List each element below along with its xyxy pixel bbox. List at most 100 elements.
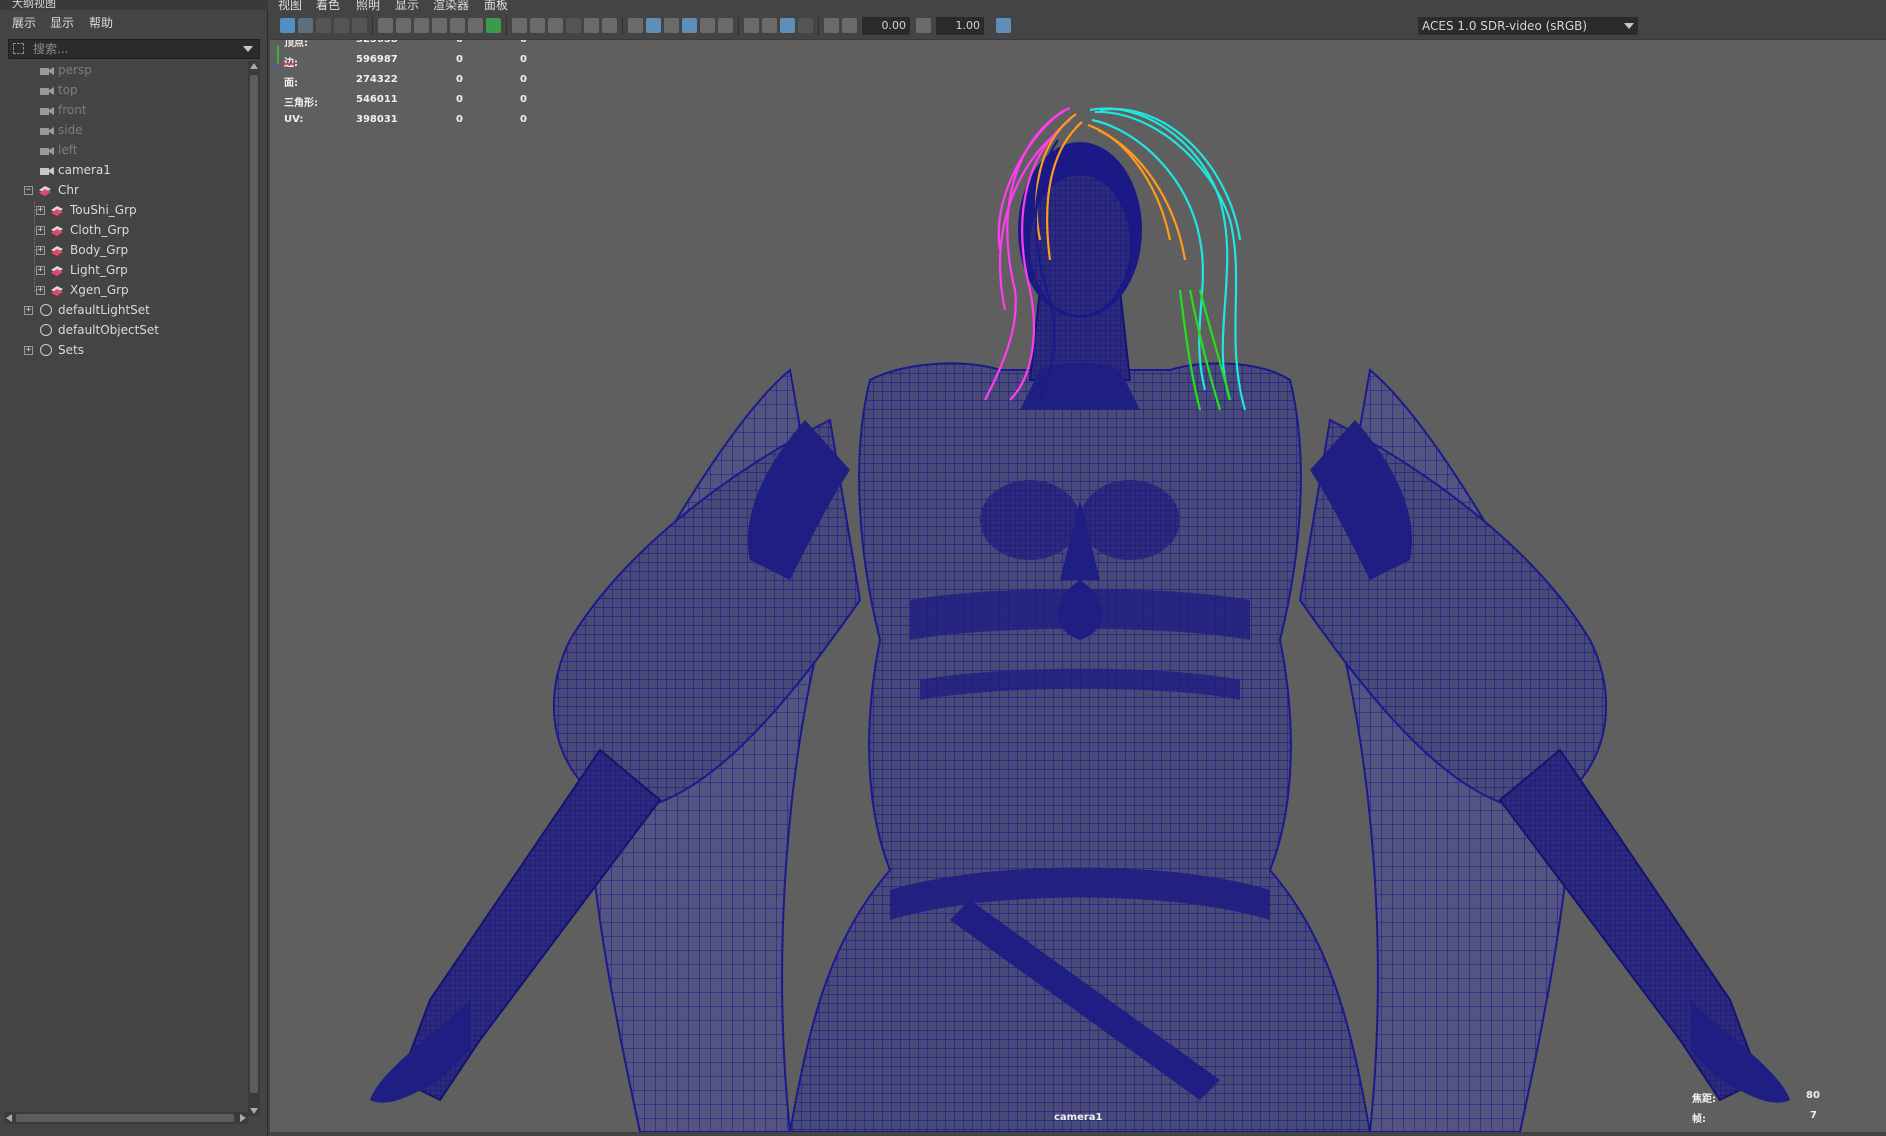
group-icon bbox=[51, 226, 63, 236]
outliner-item-camera1[interactable]: camera1 bbox=[0, 161, 248, 181]
hud-value: 596987 bbox=[356, 54, 398, 65]
expand-icon[interactable]: + bbox=[36, 266, 45, 275]
search-input[interactable] bbox=[33, 41, 243, 57]
field-chart-icon[interactable] bbox=[468, 18, 483, 33]
outliner-titlebar[interactable]: 大纲视图 bbox=[0, 0, 268, 10]
outliner-item-label: Sets bbox=[58, 343, 84, 357]
outliner-item-defaultlightset[interactable]: + defaultLightSet bbox=[0, 301, 248, 321]
expand-icon[interactable]: + bbox=[36, 226, 45, 235]
textured-icon[interactable] bbox=[646, 18, 661, 33]
expand-icon[interactable]: + bbox=[24, 346, 33, 355]
expand-icon[interactable]: + bbox=[36, 246, 45, 255]
set-icon bbox=[40, 344, 52, 356]
exposure-field[interactable]: 0.00 bbox=[862, 17, 910, 35]
safe-action-icon[interactable] bbox=[486, 18, 501, 33]
hud-row-faces: 面: 274322 0 0 bbox=[284, 74, 544, 94]
outliner-item-xgen-grp[interactable]: + Xgen_Grp bbox=[0, 281, 248, 301]
camera-icon bbox=[40, 167, 54, 175]
shadows-icon[interactable] bbox=[682, 18, 697, 33]
expand-icon[interactable]: + bbox=[24, 306, 33, 315]
lighting-icon[interactable] bbox=[664, 18, 679, 33]
chevron-down-icon[interactable] bbox=[1624, 23, 1634, 29]
3d-viewport[interactable]: 顶点: 325658 0 0 边: 596987 0 0 面: 274322 0… bbox=[270, 40, 1886, 1132]
gate-mask-icon[interactable] bbox=[450, 18, 465, 33]
outliner-item-left[interactable]: left bbox=[0, 141, 248, 161]
outliner-item-side[interactable]: side bbox=[0, 121, 248, 141]
view-transform-select[interactable]: ACES 1.0 SDR-video (sRGB) bbox=[1418, 17, 1638, 35]
grid-icon[interactable] bbox=[396, 18, 411, 33]
xray-icon[interactable] bbox=[584, 18, 599, 33]
menu-show[interactable]: 显示 bbox=[395, 0, 419, 12]
exposure-icon[interactable] bbox=[842, 18, 857, 33]
outliner-horizontal-scrollbar[interactable] bbox=[4, 1112, 248, 1124]
group-icon bbox=[51, 246, 63, 256]
multisample-aa-icon[interactable] bbox=[744, 18, 759, 33]
outliner-item-label: Xgen_Grp bbox=[70, 283, 129, 297]
outliner-item-label: Light_Grp bbox=[70, 263, 128, 277]
film-gate-icon[interactable] bbox=[414, 18, 429, 33]
menu-help[interactable]: 帮助 bbox=[89, 14, 113, 31]
outliner-item-front[interactable]: front bbox=[0, 101, 248, 121]
outliner-item-cloth-grp[interactable]: + Cloth_Grp bbox=[0, 221, 248, 241]
outliner-item-toushi-grp[interactable]: + TouShi_Grp bbox=[0, 201, 248, 221]
wireframe-icon[interactable] bbox=[512, 18, 527, 33]
camera-toggle-icon[interactable] bbox=[798, 18, 813, 33]
menu-view[interactable]: 视图 bbox=[278, 0, 302, 12]
screen-space-ao-icon[interactable] bbox=[700, 18, 715, 33]
outliner-item-label: side bbox=[58, 123, 83, 137]
resolution-gate-icon[interactable] bbox=[432, 18, 447, 33]
group-icon bbox=[39, 186, 51, 196]
smooth-shade-icon[interactable] bbox=[530, 18, 545, 33]
menu-renderer[interactable]: 渲染器 bbox=[433, 0, 469, 12]
2d-pan-zoom-icon[interactable] bbox=[352, 18, 367, 33]
isolate-select-icon[interactable] bbox=[628, 18, 643, 33]
scroll-left-icon[interactable] bbox=[6, 1114, 12, 1122]
bookmark-icon[interactable] bbox=[316, 18, 331, 33]
camera-icon bbox=[40, 67, 54, 75]
outliner-item-defaultobjectset[interactable]: defaultObjectSet bbox=[0, 321, 248, 341]
scroll-up-icon[interactable] bbox=[250, 63, 258, 69]
outliner-item-sets[interactable]: + Sets bbox=[0, 341, 248, 361]
hud-value: 0 bbox=[520, 94, 527, 105]
menu-panels[interactable]: 面板 bbox=[484, 0, 508, 12]
motion-blur-icon[interactable] bbox=[718, 18, 733, 33]
select-tool-icon[interactable] bbox=[824, 18, 839, 33]
hud-value: 0 bbox=[456, 74, 463, 85]
hud-focal-label: 焦距: bbox=[1692, 1094, 1716, 1105]
scroll-right-icon[interactable] bbox=[240, 1114, 246, 1122]
outliner-item-body-grp[interactable]: + Body_Grp bbox=[0, 241, 248, 261]
hud-icon[interactable] bbox=[780, 18, 795, 33]
outliner-vertical-scrollbar[interactable] bbox=[248, 61, 260, 1116]
menu-shading[interactable]: 着色 bbox=[316, 0, 340, 12]
collapse-icon[interactable]: − bbox=[24, 186, 33, 195]
gamma-icon[interactable] bbox=[916, 18, 931, 33]
image-plane-icon[interactable] bbox=[334, 18, 349, 33]
chevron-down-icon[interactable] bbox=[243, 46, 253, 52]
camera-attributes-icon[interactable] bbox=[298, 18, 313, 33]
menu-show[interactable]: 显示 bbox=[50, 14, 74, 31]
menu-lighting[interactable]: 照明 bbox=[356, 0, 380, 12]
hud-value: 546011 bbox=[356, 94, 398, 105]
scroll-down-icon[interactable] bbox=[250, 1108, 258, 1114]
expand-icon[interactable]: + bbox=[36, 206, 45, 215]
expand-icon[interactable]: + bbox=[36, 286, 45, 295]
outliner-item-top[interactable]: top bbox=[0, 81, 248, 101]
grease-pencil-icon[interactable] bbox=[378, 18, 393, 33]
depth-of-field-icon[interactable] bbox=[762, 18, 777, 33]
scrollbar-thumb[interactable] bbox=[16, 1114, 234, 1122]
menu-display[interactable]: 展示 bbox=[12, 14, 36, 31]
outliner-item-label: top bbox=[58, 83, 78, 97]
outliner-item-chr[interactable]: − Chr bbox=[0, 181, 248, 201]
wireframe-on-shaded-icon[interactable] bbox=[566, 18, 581, 33]
toolbar-separator bbox=[372, 17, 373, 35]
outliner-item-light-grp[interactable]: + Light_Grp bbox=[0, 261, 248, 281]
xray-joints-icon[interactable] bbox=[602, 18, 617, 33]
outliner-item-persp[interactable]: persp bbox=[0, 61, 248, 81]
use-default-material-icon[interactable] bbox=[548, 18, 563, 33]
outliner-item-label: persp bbox=[58, 63, 92, 77]
gamma-field[interactable]: 1.00 bbox=[936, 17, 984, 35]
filter-icon[interactable] bbox=[13, 43, 24, 54]
color-management-icon[interactable] bbox=[996, 18, 1011, 33]
select-camera-icon[interactable] bbox=[280, 18, 295, 33]
scrollbar-thumb[interactable] bbox=[250, 75, 258, 1093]
